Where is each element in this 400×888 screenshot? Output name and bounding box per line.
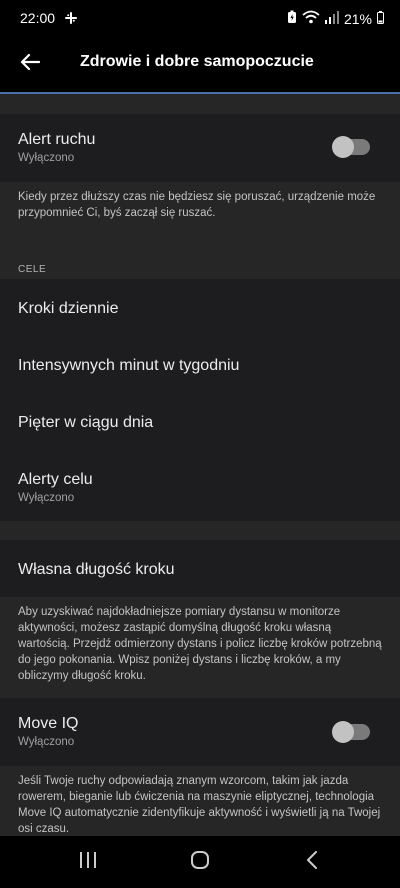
goals-card: Kroki dziennie Intensywnych minut w tygo… <box>0 279 400 521</box>
recent-apps-button[interactable] <box>68 846 108 878</box>
app-bar: Zdrowie i dobre samopoczucie <box>0 36 400 92</box>
toggle-knob <box>332 136 354 158</box>
slack-icon <box>65 11 77 29</box>
home-button[interactable] <box>180 846 220 878</box>
goal-steps-row[interactable]: Kroki dziennie <box>0 279 400 336</box>
settings-content: Alert ruchu Wyłączono Kiedy przez dłuższ… <box>0 94 400 836</box>
move-alert-toggle[interactable] <box>332 136 370 158</box>
move-alert-title: Alert ruchu <box>18 131 96 148</box>
status-time: 22:00 <box>20 10 56 26</box>
move-iq-title: Move IQ <box>18 715 79 732</box>
move-iq-description: Jeśli Twoje ruchy odpowiadają znanym wzo… <box>18 775 381 835</box>
goal-intensity-minutes-title: Intensywnych minut w tygodniu <box>18 357 240 374</box>
back-button[interactable] <box>12 46 48 82</box>
page-title: Zdrowie i dobre samopoczucie <box>80 53 314 70</box>
goal-alerts-title: Alerty celu <box>18 471 93 488</box>
goal-floors-row[interactable]: Pięter w ciągu dnia <box>0 393 400 450</box>
battery-icon <box>377 10 384 27</box>
status-icons: 21% <box>287 10 384 27</box>
move-iq-status: Wyłączono <box>18 736 75 748</box>
stride-length-title: Własna długość kroku <box>18 561 175 578</box>
battery-percent: 21% <box>343 10 372 27</box>
move-iq-row[interactable]: Move IQ Wyłączono <box>0 698 400 766</box>
nav-back-button[interactable] <box>292 846 332 878</box>
goals-section-header: CELE <box>18 264 47 275</box>
stride-length-description: Aby uzyskiwać najdokładniejsze pomiary d… <box>18 606 382 682</box>
goal-alerts-row[interactable]: Alerty celu Wyłączono <box>0 450 400 521</box>
status-bar: 22:00 21% <box>0 0 400 36</box>
stride-length-row[interactable]: Własna długość kroku <box>0 540 400 597</box>
move-alert-description: Kiedy przez dłuższy czas nie będziesz si… <box>18 191 376 219</box>
move-alert-row[interactable]: Alert ruchu Wyłączono <box>0 114 400 182</box>
battery-saver-icon <box>287 10 297 27</box>
move-alert-status: Wyłączono <box>18 152 75 164</box>
move-iq-toggle[interactable] <box>332 721 370 743</box>
goal-alerts-status: Wyłączono <box>18 492 75 504</box>
goal-intensity-minutes-row[interactable]: Intensywnych minut w tygodniu <box>0 336 400 393</box>
toggle-knob <box>332 721 354 743</box>
home-icon <box>190 850 210 875</box>
recent-apps-icon <box>79 851 97 873</box>
signal-icon <box>324 10 339 27</box>
back-icon <box>306 850 318 874</box>
wifi-icon <box>302 10 320 27</box>
arrow-left-icon <box>20 53 41 76</box>
navigation-bar <box>0 836 400 888</box>
goal-steps-title: Kroki dziennie <box>18 300 119 317</box>
goal-floors-title: Pięter w ciągu dnia <box>18 414 154 431</box>
